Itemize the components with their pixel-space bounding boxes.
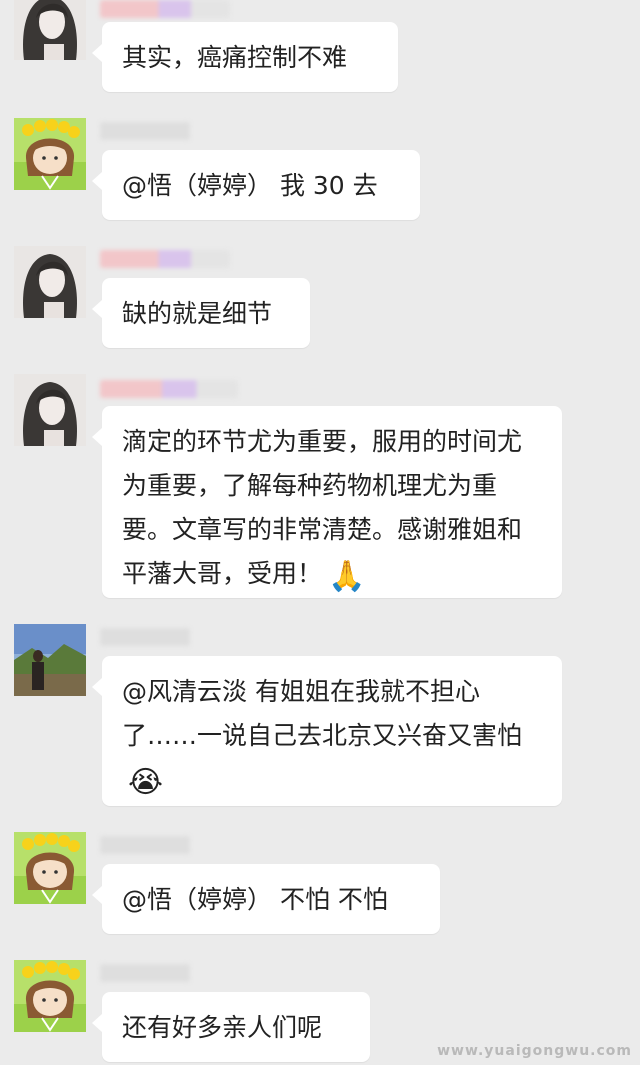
praying-hands-icon: 🙏 [328, 559, 366, 594]
message-text: 缺的就是细节 [122, 299, 273, 328]
message-text: @风清云淡 有姐姐在我就不担心了……一说自己去北京又兴奋又害怕 [122, 677, 523, 750]
message-text: 还有好多亲人们呢 [122, 1013, 323, 1042]
message-bubble[interactable]: 还有好多亲人们呢 [92, 992, 370, 1062]
message-text: @悟（婷婷） 我 30 去 [122, 171, 378, 200]
girl-avatar-icon[interactable] [14, 118, 86, 190]
message-text: @悟（婷婷） 不怕 不怕 [122, 885, 388, 914]
crying-face-icon: 😭 [128, 765, 164, 800]
watermark: www.yuaigongwu.com [437, 1043, 632, 1059]
sender-name-redacted [100, 380, 238, 398]
sender-name-redacted [100, 250, 230, 268]
message-bubble[interactable]: @悟（婷婷） 我 30 去 [92, 150, 420, 220]
message-bubble[interactable]: 其实，癌痛控制不难 [92, 22, 398, 92]
sender-name-redacted [100, 122, 190, 140]
landscape-avatar-icon[interactable] [14, 624, 86, 696]
message-bubble[interactable]: @风清云淡 有姐姐在我就不担心了……一说自己去北京又兴奋又害怕 😭 [92, 656, 562, 806]
girl-avatar-icon[interactable] [14, 960, 86, 1032]
message-bubble[interactable]: @悟（婷婷） 不怕 不怕 [92, 864, 440, 934]
sender-name-redacted [100, 836, 190, 854]
woman-avatar-icon[interactable] [14, 374, 86, 446]
message-text: 其实，癌痛控制不难 [122, 43, 348, 72]
message-bubble[interactable]: 滴定的环节尤为重要，服用的时间尤为重要，了解每种药物机理尤为重要。文章写的非常清… [92, 406, 562, 598]
woman-avatar-icon[interactable] [14, 0, 86, 60]
girl-avatar-icon[interactable] [14, 832, 86, 904]
sender-name-redacted [100, 0, 230, 18]
message-bubble[interactable]: 缺的就是细节 [92, 278, 310, 348]
sender-name-redacted [100, 964, 190, 982]
message-text: 滴定的环节尤为重要，服用的时间尤为重要，了解每种药物机理尤为重要。文章写的非常清… [122, 427, 523, 588]
sender-name-redacted [100, 628, 190, 646]
woman-avatar-icon[interactable] [14, 246, 86, 318]
